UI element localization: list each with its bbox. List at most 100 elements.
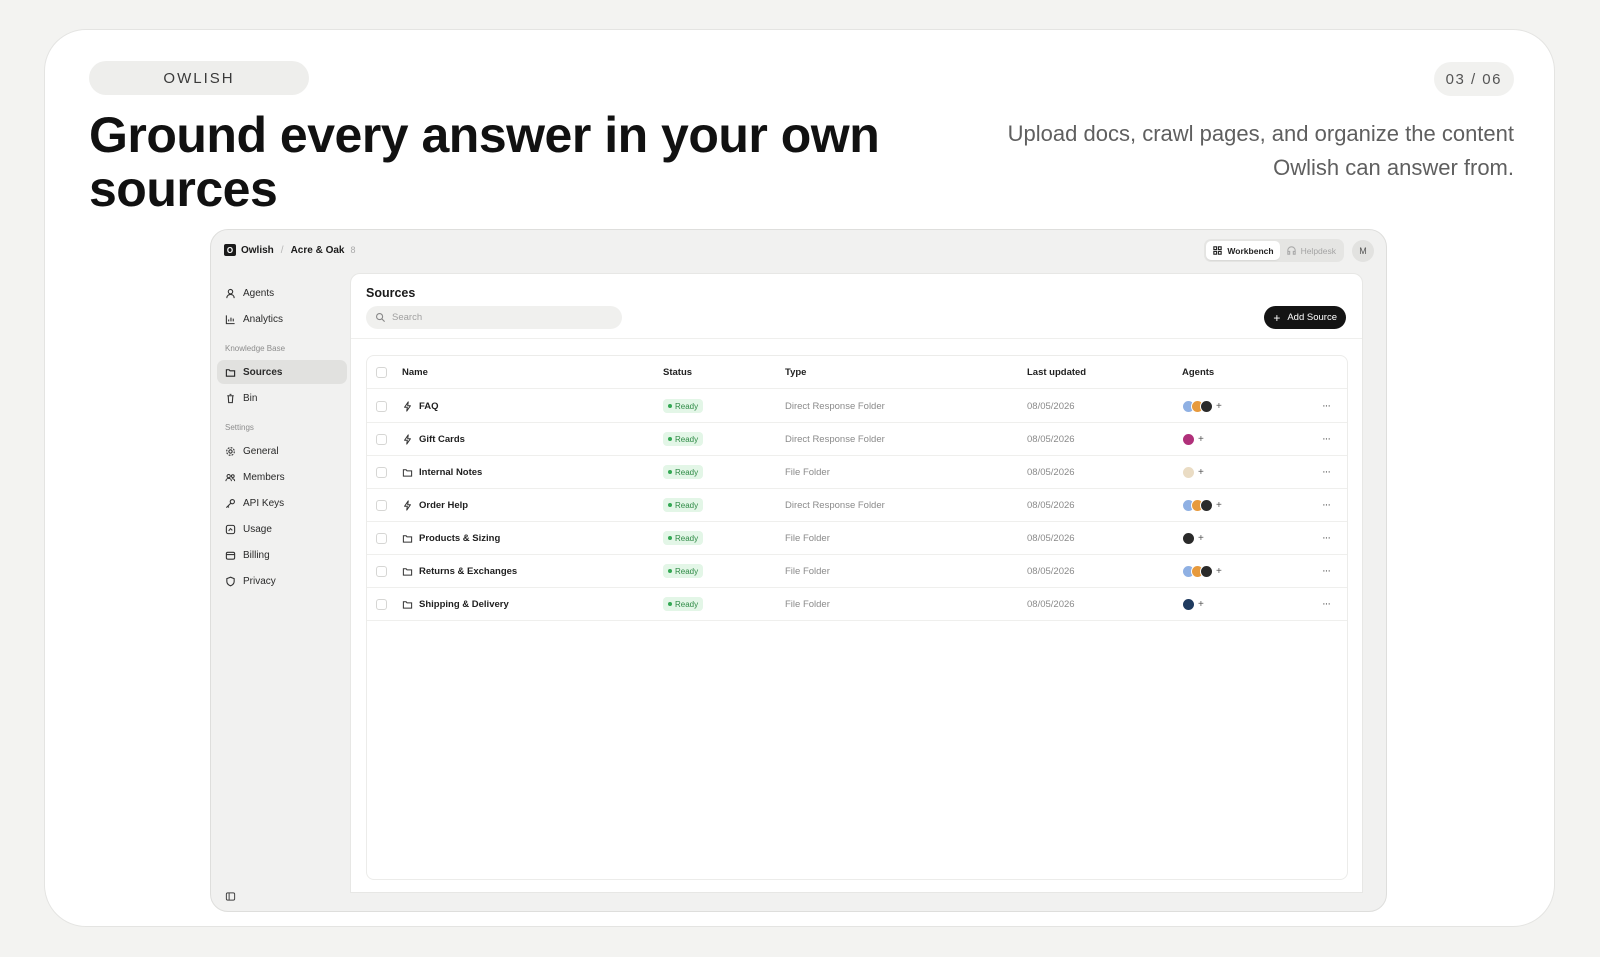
sidebar-item-bin[interactable]: Bin	[217, 386, 347, 410]
select-all-checkbox[interactable]	[376, 366, 387, 378]
row-agents: +	[1182, 588, 1204, 620]
table-row[interactable]: Internal Notes Ready File Folder 08/05/2026…	[367, 456, 1347, 489]
agent-avatar	[1200, 564, 1213, 578]
status-label: Ready	[675, 533, 699, 543]
status-label: Ready	[675, 599, 699, 609]
sidebar-item-usage[interactable]: Usage	[217, 517, 347, 541]
sidebar-item-analytics[interactable]: Analytics	[217, 307, 347, 331]
row-last-updated: 08/05/2026	[1027, 400, 1075, 412]
add-source-button[interactable]: + Add Source	[1264, 306, 1346, 329]
breadcrumb-workspace[interactable]: Acre & Oak	[291, 245, 345, 256]
add-agent-button[interactable]: +	[1198, 533, 1204, 544]
folder-icon	[402, 566, 413, 577]
sidebar-item-label: Sources	[243, 366, 283, 378]
table-row[interactable]: Returns & Exchanges Ready File Folder 08/05…	[367, 555, 1347, 588]
agent-avatar	[1200, 498, 1213, 512]
column-type[interactable]: Type	[785, 356, 806, 388]
search-icon	[375, 312, 386, 323]
add-agent-button[interactable]: +	[1216, 401, 1222, 412]
row-status-cell: Ready	[663, 423, 704, 455]
row-checkbox[interactable]	[376, 433, 387, 445]
tab-helpdesk[interactable]: Helpdesk	[1280, 241, 1342, 260]
folder-icon	[402, 467, 413, 478]
bolt-icon	[402, 499, 413, 511]
row-more-button[interactable]: ···	[1322, 588, 1331, 620]
row-name-cell: Products & Sizing	[402, 522, 500, 554]
table-row[interactable]: Products & Sizing Ready File Folder 08/05/2…	[367, 522, 1347, 555]
row-checkbox[interactable]	[376, 466, 387, 478]
add-agent-button[interactable]: +	[1216, 500, 1222, 511]
column-status[interactable]: Status	[663, 356, 692, 388]
column-name[interactable]: Name	[402, 356, 428, 388]
row-name[interactable]: Order Help	[419, 500, 468, 511]
row-agents: +	[1182, 522, 1204, 554]
row-more-button[interactable]: ···	[1322, 555, 1331, 587]
user-avatar[interactable]: M	[1352, 239, 1374, 262]
row-name[interactable]: Shipping & Delivery	[419, 599, 509, 610]
agent-avatar	[1182, 531, 1195, 545]
top-right-controls: Workbench Helpdesk M	[1204, 239, 1374, 262]
slide-headline: Ground every answer in your own sources	[89, 107, 880, 217]
tab-helpdesk-label: Helpdesk	[1300, 245, 1336, 256]
gauge-icon	[225, 524, 236, 535]
shield-icon	[225, 576, 236, 587]
row-name-cell: Shipping & Delivery	[402, 588, 509, 620]
sidebar-item-sources[interactable]: Sources	[217, 360, 347, 384]
sidebar-item-privacy[interactable]: Privacy	[217, 569, 347, 593]
tab-workbench-label: Workbench	[1227, 245, 1274, 256]
row-name[interactable]: Products & Sizing	[419, 533, 500, 544]
search-placeholder: Search	[392, 312, 423, 323]
table-row[interactable]: FAQ Ready Direct Response Folder 08/05/2026…	[367, 390, 1347, 423]
add-agent-button[interactable]: +	[1216, 566, 1222, 577]
search-input[interactable]: Search	[366, 306, 622, 329]
row-name-cell: Order Help	[402, 489, 468, 521]
status-dot-icon	[668, 470, 672, 474]
sidebar-item-billing[interactable]: Billing	[217, 543, 347, 567]
row-name[interactable]: FAQ	[419, 401, 439, 412]
row-checkbox[interactable]	[376, 400, 387, 412]
add-agent-button[interactable]: +	[1198, 599, 1204, 610]
status-dot-icon	[668, 437, 672, 441]
row-type: File Folder	[785, 565, 830, 577]
header-divider	[351, 338, 1362, 339]
table-row[interactable]: Shipping & Delivery Ready File Folder 08/05…	[367, 588, 1347, 621]
slide-card: OWLISH 03 / 06 Ground every answer in yo…	[44, 29, 1555, 927]
row-agents: +	[1182, 423, 1204, 455]
row-more-button[interactable]: ···	[1322, 489, 1331, 521]
row-more-button[interactable]: ···	[1322, 456, 1331, 488]
column-agents[interactable]: Agents	[1182, 356, 1214, 388]
row-name[interactable]: Returns & Exchanges	[419, 566, 517, 577]
users-icon	[225, 472, 236, 483]
status-badge: Ready	[663, 564, 704, 578]
add-agent-button[interactable]: +	[1198, 467, 1204, 478]
sidebar-item-api-keys[interactable]: API Keys	[217, 491, 347, 515]
table-row[interactable]: Gift Cards Ready Direct Response Folder 08/…	[367, 423, 1347, 456]
sidebar-item-agents[interactable]: Agents	[217, 281, 347, 305]
add-agent-button[interactable]: +	[1198, 434, 1204, 445]
table-row[interactable]: Order Help Ready Direct Response Folder 08/…	[367, 489, 1347, 522]
breadcrumb-org[interactable]: Owlish	[241, 245, 274, 256]
row-type: File Folder	[785, 532, 830, 544]
row-checkbox[interactable]	[376, 598, 387, 610]
row-more-button[interactable]: ···	[1322, 390, 1331, 422]
sidebar-item-general[interactable]: General	[217, 439, 347, 463]
agent-avatar	[1182, 597, 1195, 611]
row-checkbox[interactable]	[376, 532, 387, 544]
sidebar-collapse-icon[interactable]	[225, 891, 236, 902]
folder-icon	[402, 599, 413, 610]
add-source-label: Add Source	[1287, 312, 1337, 323]
row-more-button[interactable]: ···	[1322, 522, 1331, 554]
row-name[interactable]: Gift Cards	[419, 434, 465, 445]
tab-workbench[interactable]: Workbench	[1206, 241, 1280, 260]
row-check-cell	[376, 522, 387, 554]
sidebar-item-label: Analytics	[243, 313, 284, 325]
sidebar-item-members[interactable]: Members	[217, 465, 347, 489]
row-checkbox[interactable]	[376, 565, 387, 577]
brand-pill: OWLISH	[89, 61, 309, 95]
row-more-button[interactable]: ···	[1322, 423, 1331, 455]
row-name-cell: Internal Notes	[402, 456, 482, 488]
row-status-cell: Ready	[663, 522, 704, 554]
row-name[interactable]: Internal Notes	[419, 467, 482, 478]
column-last-updated[interactable]: Last updated	[1027, 356, 1086, 388]
row-checkbox[interactable]	[376, 499, 387, 511]
